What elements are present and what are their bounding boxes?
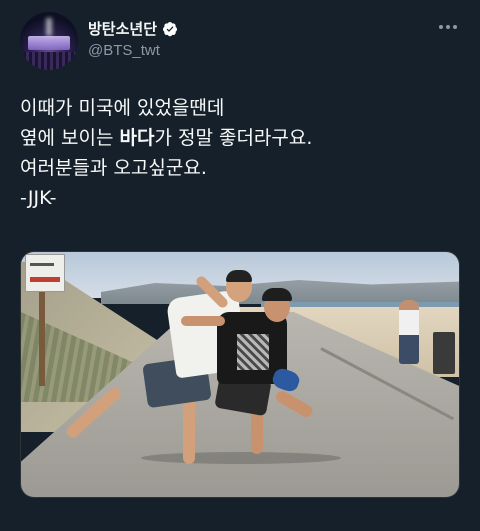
tweet-bold-word: 바다	[119, 127, 155, 149]
name-row: 방탄소년단	[88, 18, 178, 39]
photo-sign	[25, 254, 65, 292]
display-name[interactable]: 방탄소년단	[88, 18, 157, 39]
avatar-stage	[28, 36, 70, 50]
more-horizontal-icon[interactable]	[436, 20, 460, 34]
photo-background-person	[399, 300, 419, 364]
photo-sign-post	[39, 290, 45, 386]
photo-trash-can	[433, 332, 455, 374]
person2-shirt-print	[237, 334, 269, 370]
tweet-line-3: 여러분들과 오고싶군요.	[20, 157, 207, 179]
tweet-header: 방탄소년단 @BTS_twt	[20, 12, 460, 72]
person1-leg	[183, 398, 195, 464]
person2-arm	[181, 316, 225, 326]
tweet-text: 이때가 미국에 있었을땐데 옆에 보이는 바다가 정말 좋더라구요. 여러분들과…	[20, 93, 460, 213]
tweet-line-4: -JJK-	[20, 187, 57, 209]
handle[interactable]: @BTS_twt	[88, 42, 160, 59]
verified-badge-icon	[163, 21, 178, 36]
person1-cap	[226, 270, 252, 282]
tweet-line-1: 이때가 미국에 있었을땐데	[20, 97, 225, 119]
person2-cap	[262, 288, 292, 301]
avatar-crowd	[20, 52, 78, 70]
photo-shadow	[141, 452, 341, 464]
tweet-line-2: 옆에 보이는 바다가 정말 좋더라구요.	[20, 127, 313, 149]
avatar[interactable]	[20, 12, 78, 70]
tweet-photo[interactable]	[20, 251, 460, 498]
avatar-stage-light	[46, 18, 52, 36]
